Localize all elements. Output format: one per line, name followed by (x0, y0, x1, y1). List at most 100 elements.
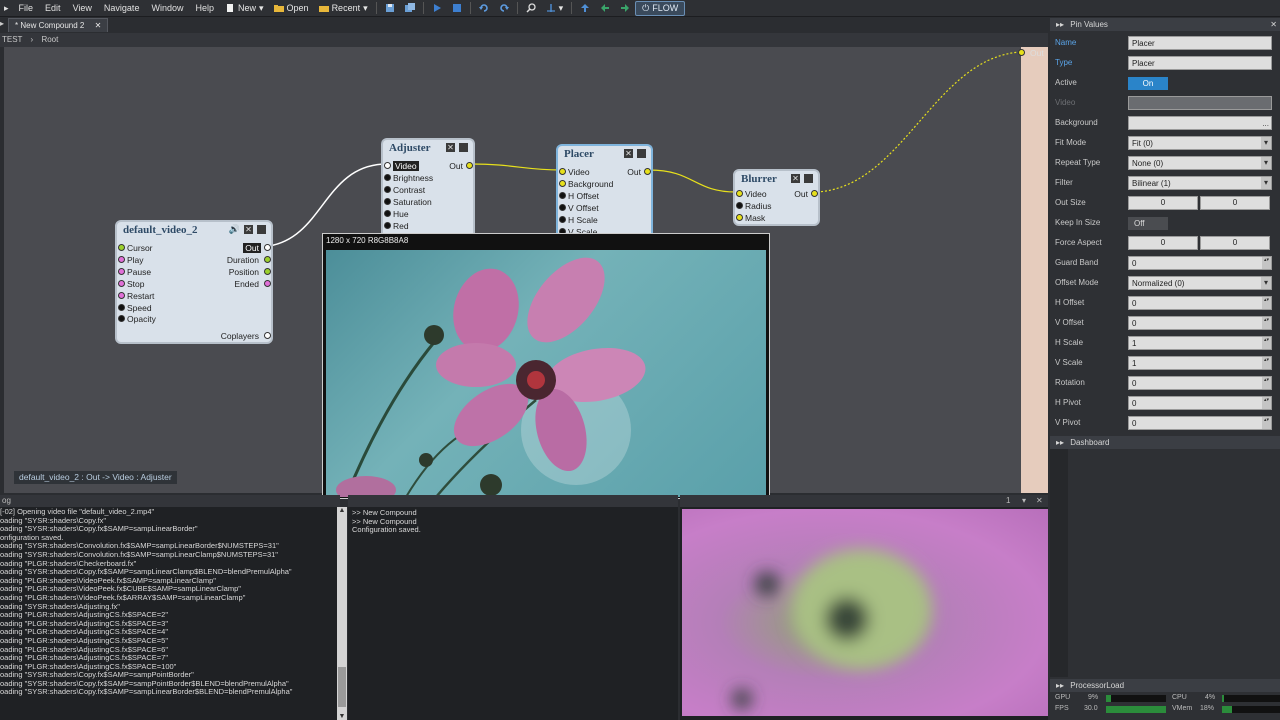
graph-out-pin[interactable] (1018, 49, 1025, 56)
menu-icon[interactable] (459, 143, 468, 152)
save-button[interactable] (380, 3, 400, 13)
pin-dot-ended[interactable] (264, 280, 271, 287)
close-icon[interactable]: ✕ (244, 225, 253, 234)
prop-input-fit-mode[interactable]: Fit (0) (1128, 136, 1272, 150)
menu-edit[interactable]: Edit (39, 3, 67, 13)
stop-button[interactable] (447, 3, 467, 13)
collapse-icon[interactable]: ▸▸ (1056, 438, 1064, 447)
prop-toggle-keep-in-size[interactable]: Off (1128, 217, 1168, 230)
menu-window[interactable]: Window (145, 3, 189, 13)
prop-toggle-active[interactable]: On (1128, 77, 1168, 90)
pin-dot-out[interactable] (811, 190, 818, 197)
prop-input-repeat-type[interactable]: None (0) (1128, 156, 1272, 170)
pin-dot-mask[interactable] (736, 214, 743, 221)
prop-input-background[interactable] (1128, 116, 1272, 130)
save-all-button[interactable] (400, 3, 420, 13)
scroll-down-icon[interactable]: ▼ (337, 713, 347, 720)
menu-icon[interactable] (257, 225, 266, 234)
menu-file[interactable]: File (13, 3, 40, 13)
node-default-video[interactable]: default_video_2 🔊 ✕ Cursor Play Pause St… (115, 220, 273, 344)
prop-input-h-pivot[interactable]: 0 (1128, 396, 1272, 410)
prop-input-out-size-1[interactable]: 0 (1128, 196, 1198, 210)
prop-input-guard-band[interactable]: 0 (1128, 256, 1272, 270)
flow-button[interactable]: ⏻ FLOW (635, 0, 686, 16)
menu-icon[interactable] (804, 174, 813, 183)
chevron-down-icon[interactable]: ▾ (1022, 495, 1026, 507)
menu-help[interactable]: Help (189, 3, 220, 13)
breadcrumb-parent[interactable]: TEST (2, 35, 22, 44)
collapse-icon[interactable]: ▸▸ (1056, 681, 1064, 690)
close-icon[interactable]: ✕ (1036, 495, 1043, 507)
collapse-icon[interactable]: ▸▸ (1056, 20, 1064, 29)
prop-input-v-pivot[interactable]: 0 (1128, 416, 1272, 430)
app-menu-icon[interactable]: ▸ (0, 3, 13, 14)
pin-dot-opacity[interactable] (118, 315, 125, 322)
new-button[interactable]: New ▾ (220, 3, 269, 14)
prop-input-out-size-2[interactable]: 0 (1200, 196, 1270, 210)
pin-dot-out[interactable] (264, 244, 271, 251)
pin-dot-background[interactable] (559, 180, 566, 187)
breadcrumb-root[interactable]: Root (41, 35, 58, 44)
pin-dot-video[interactable] (384, 162, 391, 169)
prop-input-name[interactable]: Placer (1128, 36, 1272, 50)
prop-input-rotation[interactable]: 0 (1128, 376, 1272, 390)
pin-dot-cursor[interactable] (118, 244, 125, 251)
undo-button[interactable] (474, 3, 494, 13)
log-scrollbar[interactable]: ▲ ▼ (337, 507, 347, 720)
prop-input-offset-mode[interactable]: Normalized (0) (1128, 276, 1272, 290)
close-icon[interactable]: ✕ (1270, 18, 1277, 31)
menu-view[interactable]: View (67, 3, 98, 13)
pin-dot-pause[interactable] (118, 268, 125, 275)
tab-new-compound-2[interactable]: * New Compound 2 ✕ (8, 18, 109, 32)
pin-dot-restart[interactable] (118, 292, 125, 299)
pin-dot-h-offset[interactable] (559, 192, 566, 199)
pin-dot-duration[interactable] (264, 256, 271, 263)
pin-dot-play[interactable] (118, 256, 125, 263)
open-button[interactable]: Open (269, 3, 314, 13)
node-placer[interactable]: Placer ✕ Video Background H Offset V Off… (556, 144, 653, 238)
prop-input-force-aspect-1[interactable]: 0 (1128, 236, 1198, 250)
pin-dot-saturation[interactable] (384, 198, 391, 205)
back-button[interactable] (595, 3, 615, 13)
pin-dot-contrast[interactable] (384, 186, 391, 193)
forward-button[interactable] (615, 3, 635, 13)
prop-input-type[interactable]: Placer (1128, 56, 1272, 70)
prop-input-force-aspect-2[interactable]: 0 (1200, 236, 1270, 250)
scroll-thumb[interactable] (338, 667, 346, 707)
close-icon[interactable]: ✕ (791, 174, 800, 183)
close-icon[interactable]: ✕ (446, 143, 455, 152)
close-icon[interactable]: ✕ (624, 149, 633, 158)
pin-dot-brightness[interactable] (384, 174, 391, 181)
preview-page[interactable]: 1 (1006, 495, 1010, 507)
pin-dot-hue[interactable] (384, 210, 391, 217)
node-adjuster[interactable]: Adjuster ✕ Video Brightness Contrast Sat… (381, 138, 475, 238)
menu-icon[interactable] (637, 149, 646, 158)
pin-dot-coplayers[interactable] (264, 332, 271, 339)
play-button[interactable] (427, 3, 447, 13)
pin-dot-stop[interactable] (118, 280, 125, 287)
scroll-up-icon[interactable]: ▲ (337, 507, 347, 514)
menu-navigate[interactable]: Navigate (98, 3, 146, 13)
tab-scroll-left-icon[interactable]: ▸ (0, 19, 4, 28)
pin-dot-radius[interactable] (736, 202, 743, 209)
prop-input-h-offset[interactable]: 0 (1128, 296, 1272, 310)
close-icon[interactable]: ✕ (95, 21, 102, 30)
pin-dot-out[interactable] (644, 168, 651, 175)
speaker-icon[interactable]: 🔊 (229, 225, 240, 234)
up-button[interactable] (575, 3, 595, 13)
zoom-button[interactable] (521, 3, 541, 13)
pin-dot-speed[interactable] (118, 304, 125, 311)
pin-dot-video[interactable] (736, 190, 743, 197)
prop-input-v-offset[interactable]: 0 (1128, 316, 1272, 330)
node-blurrer[interactable]: Blurrer ✕ Video Radius Mask Out (733, 169, 820, 226)
pin-button[interactable]: ▾ (541, 3, 569, 14)
redo-button[interactable] (494, 3, 514, 13)
prop-input-h-scale[interactable]: 1 (1128, 336, 1272, 350)
pin-dot-v-offset[interactable] (559, 204, 566, 211)
pin-dot-h-scale[interactable] (559, 216, 566, 223)
pin-dot-position[interactable] (264, 268, 271, 275)
prop-input-v-scale[interactable]: 1 (1128, 356, 1272, 370)
recent-button[interactable]: Recent ▾ (314, 3, 373, 14)
prop-input-filter[interactable]: Bilinear (1) (1128, 176, 1272, 190)
pin-dot-red[interactable] (384, 222, 391, 229)
